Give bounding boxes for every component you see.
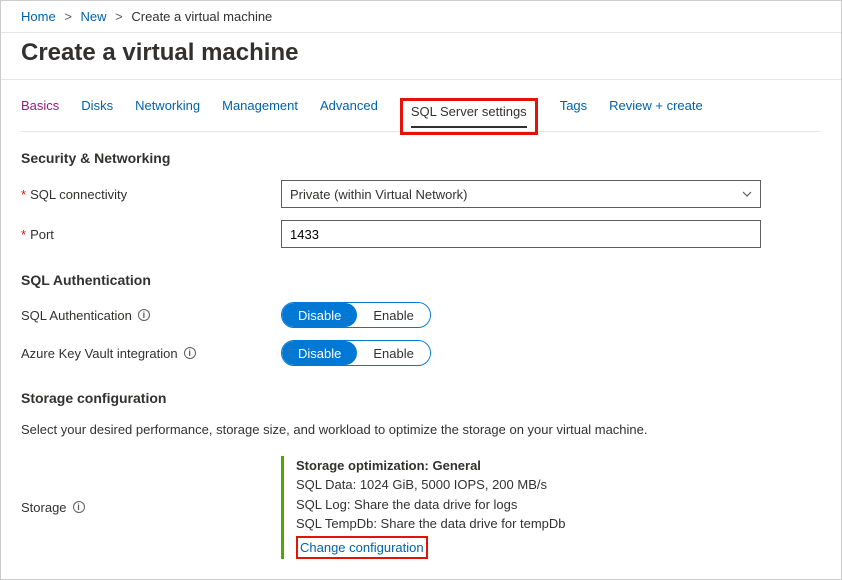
chevron-right-icon: > xyxy=(115,9,123,24)
tab-basics[interactable]: Basics xyxy=(21,98,59,131)
label-port: *Port xyxy=(21,227,281,242)
tab-networking[interactable]: Networking xyxy=(135,98,200,131)
toggle-enable[interactable]: Enable xyxy=(357,341,429,365)
toggle-enable[interactable]: Enable xyxy=(357,303,429,327)
storage-description: Select your desired performance, storage… xyxy=(21,420,821,440)
section-sql-authentication: SQL Authentication xyxy=(21,272,821,288)
tab-review-create[interactable]: Review + create xyxy=(609,98,703,131)
storage-tempdb-line: SQL TempDb: Share the data drive for tem… xyxy=(296,514,566,534)
select-sql-connectivity[interactable]: Private (within Virtual Network) xyxy=(281,180,761,208)
page-title: Create a virtual machine xyxy=(1,33,841,79)
tab-advanced[interactable]: Advanced xyxy=(320,98,378,131)
breadcrumb-new[interactable]: New xyxy=(81,9,107,24)
label-azure-key-vault: Azure Key Vault integration i xyxy=(21,346,281,361)
chevron-down-icon xyxy=(742,189,752,200)
info-icon[interactable]: i xyxy=(73,501,85,513)
info-icon[interactable]: i xyxy=(184,347,196,359)
breadcrumb-home[interactable]: Home xyxy=(21,9,56,24)
storage-heading: Storage optimization: General xyxy=(296,456,566,476)
section-security-networking: Security & Networking xyxy=(21,150,821,166)
breadcrumb-current: Create a virtual machine xyxy=(131,9,272,24)
storage-log-line: SQL Log: Share the data drive for logs xyxy=(296,495,566,515)
storage-data-line: SQL Data: 1024 GiB, 5000 IOPS, 200 MB/s xyxy=(296,475,566,495)
toggle-sql-authentication[interactable]: Disable Enable xyxy=(281,302,431,328)
tab-sql-server-settings[interactable]: SQL Server settings xyxy=(411,104,527,127)
change-configuration-link[interactable]: Change configuration xyxy=(296,536,428,560)
toggle-disable[interactable]: Disable xyxy=(282,341,357,365)
label-sql-connectivity: *SQL connectivity xyxy=(21,187,281,202)
highlight-sql-tab: SQL Server settings xyxy=(400,98,538,135)
tab-disks[interactable]: Disks xyxy=(81,98,113,131)
storage-info-panel: Storage optimization: General SQL Data: … xyxy=(281,456,566,560)
label-sql-authentication: SQL Authentication i xyxy=(21,308,281,323)
breadcrumb: Home > New > Create a virtual machine xyxy=(1,1,841,33)
tab-management[interactable]: Management xyxy=(222,98,298,131)
input-port[interactable] xyxy=(281,220,761,248)
select-value: Private (within Virtual Network) xyxy=(290,187,467,202)
section-storage-configuration: Storage configuration xyxy=(21,390,821,406)
info-icon[interactable]: i xyxy=(138,309,150,321)
toggle-azure-key-vault[interactable]: Disable Enable xyxy=(281,340,431,366)
toggle-disable[interactable]: Disable xyxy=(282,303,357,327)
tab-bar: Basics Disks Networking Management Advan… xyxy=(21,80,821,132)
label-storage: Storage i xyxy=(21,456,281,560)
chevron-right-icon: > xyxy=(64,9,72,24)
tab-tags[interactable]: Tags xyxy=(560,98,587,131)
